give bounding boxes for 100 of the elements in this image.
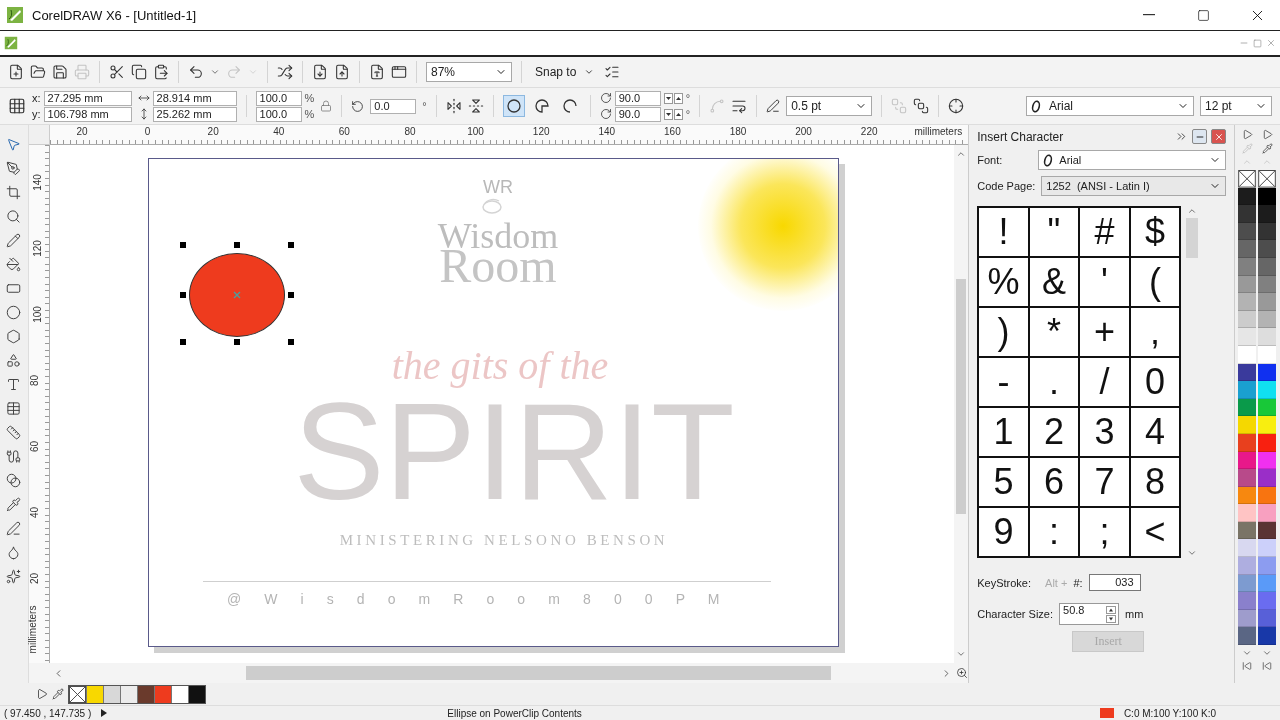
scroll-up-icon[interactable] [956,149,967,159]
crop-icon[interactable] [6,185,22,200]
import-icon[interactable] [312,64,328,80]
selection-handle[interactable] [180,292,186,298]
character-cell[interactable]: " [1029,208,1081,258]
bring-front-icon[interactable] [913,98,930,114]
play-icon[interactable] [1261,129,1273,140]
first-icon[interactable] [1262,661,1273,672]
expand-arrow-icon[interactable] [101,709,108,717]
y-position-field[interactable]: 106.798 mm [43,106,132,122]
interactive-fill-icon[interactable] [6,569,22,584]
selection-handle[interactable] [180,242,186,248]
reference-point-icon[interactable] [8,97,26,115]
play-icon[interactable] [36,688,48,700]
character-cell[interactable]: ( [1130,258,1182,308]
character-cell[interactable]: 0 [1130,358,1182,408]
scroll-down-icon[interactable] [1187,548,1198,558]
color-swatch[interactable] [171,685,188,703]
eyedropper-icon[interactable] [6,497,22,512]
font-dropdown[interactable]: Arial [1038,150,1227,170]
scroll-down-icon[interactable] [956,649,967,659]
vertical-scrollbar[interactable] [954,145,969,663]
connector-icon[interactable] [6,449,22,464]
polygon-icon[interactable] [6,329,22,344]
x-position-field[interactable]: 27.295 mm [43,90,132,106]
text-tool-icon[interactable] [6,377,22,392]
spin-up-icon[interactable] [673,92,683,104]
eyedropper-icon[interactable] [1261,143,1273,154]
character-cell[interactable]: - [979,358,1030,408]
character-cell[interactable]: ! [979,208,1030,258]
width-field[interactable]: 28.914 mm [152,90,237,106]
selection-handle[interactable] [234,339,240,345]
font-dropdown[interactable]: Arial [1026,96,1194,116]
scroll-up-icon[interactable] [1187,206,1198,216]
character-cell[interactable]: + [1080,308,1131,358]
character-cell[interactable]: ) [979,308,1030,358]
color-swatch[interactable] [120,685,137,703]
mirror-vertical-icon[interactable] [467,98,484,114]
character-cell[interactable]: 1 [979,408,1030,458]
clipboard-icon[interactable] [153,64,169,80]
first-icon[interactable] [1242,661,1253,672]
paint-bucket-icon[interactable] [6,257,22,272]
color-swatch[interactable] [103,685,120,703]
close-panel-button[interactable] [1211,129,1227,144]
zoom-icon[interactable] [956,667,969,679]
spin-down-icon[interactable] [663,92,673,104]
shape-mode-button[interactable] [502,95,525,117]
spin-down-icon[interactable] [663,108,673,120]
scissors-icon[interactable] [109,64,125,80]
character-cell[interactable]: & [1029,258,1081,308]
character-cell[interactable]: ; [1080,508,1131,556]
snap-to-dropdown[interactable]: Snap to [531,65,599,79]
character-cell[interactable]: 6 [1029,458,1081,508]
rectangle-icon[interactable] [6,281,22,296]
pointer-icon[interactable] [6,137,22,152]
character-cell[interactable]: 7 [1080,458,1131,508]
table-icon[interactable] [6,401,22,416]
spin-up-icon[interactable] [673,108,683,120]
node-circle-icon[interactable] [948,98,965,114]
scale-x-field[interactable]: 100.0 [255,90,302,106]
height-field[interactable]: 25.262 mm [152,106,237,122]
zoom-dropdown[interactable]: 87% [426,62,512,82]
no-color-swatch[interactable] [1238,170,1257,188]
caret-icon[interactable] [210,67,220,77]
end-angle-field[interactable]: 90.0 [614,106,661,122]
character-cell[interactable]: 8 [1130,458,1182,508]
lock-icon[interactable] [320,100,333,112]
selection-handle[interactable] [180,339,186,345]
character-cell[interactable]: 3 [1080,408,1131,458]
pencil-icon[interactable] [6,233,22,248]
outline-width-dropdown[interactable]: 0.5 pt [786,96,873,116]
character-cell[interactable]: ' [1080,258,1131,308]
character-cell[interactable]: , [1130,308,1182,358]
character-cell[interactable]: < [1130,508,1182,556]
ellipse-tool-icon[interactable] [6,305,22,320]
pdf-document-icon[interactable] [369,64,385,80]
play-icon[interactable] [1241,129,1253,140]
no-color-swatch[interactable] [69,685,86,703]
export-icon[interactable] [334,64,350,80]
undo-icon[interactable] [188,64,204,80]
scale-y-field[interactable]: 100.0 [255,106,302,122]
character-cell[interactable]: # [1080,208,1131,258]
color-swatch[interactable] [86,685,103,703]
outline-pen-icon[interactable] [6,521,22,536]
character-cell[interactable]: / [1080,358,1131,408]
start-angle-field[interactable]: 90.0 [614,90,661,106]
checklist-icon[interactable] [604,64,621,80]
character-cell[interactable]: . [1029,358,1081,408]
selection-handle[interactable] [288,292,294,298]
color-swatch[interactable] [154,685,171,703]
mirror-horizontal-icon[interactable] [445,98,462,114]
shuffle-icon[interactable] [277,64,293,80]
text-wrap-icon[interactable] [731,98,748,114]
character-cell[interactable]: % [979,258,1030,308]
folder-icon[interactable] [30,64,46,80]
color-swatch[interactable] [188,685,205,703]
character-cell[interactable]: : [1029,508,1081,556]
keystroke-field[interactable]: 033 [1088,574,1141,591]
pen-nib-icon[interactable] [6,161,22,176]
character-cell[interactable]: $ [1130,208,1182,258]
